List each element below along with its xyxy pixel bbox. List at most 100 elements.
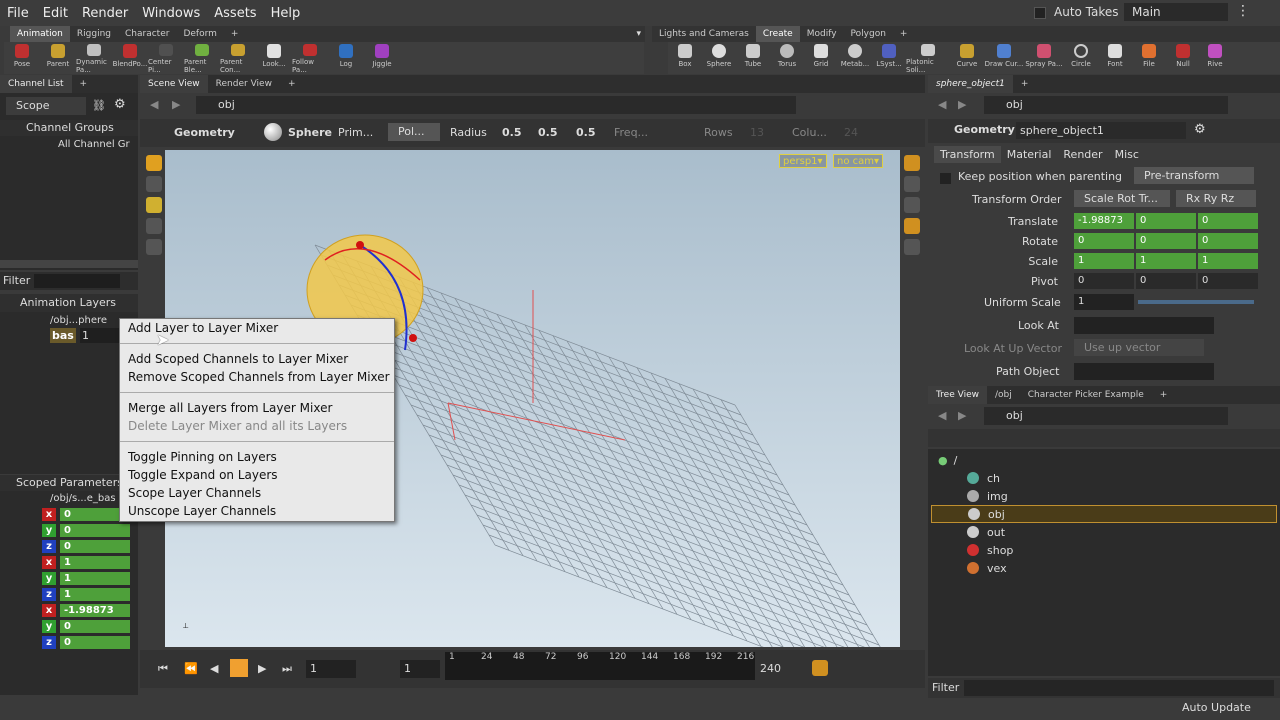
add-shelf-icon[interactable]: + (224, 26, 246, 42)
tool-curve[interactable]: Curve (950, 42, 984, 74)
channel-value[interactable]: 0 (60, 540, 130, 553)
tab-obj[interactable]: /obj (987, 386, 1020, 404)
add-tab-icon[interactable]: + (1013, 75, 1037, 93)
filter-input[interactable] (34, 274, 120, 288)
path-field[interactable]: obj (196, 96, 796, 114)
tab-transform[interactable]: Transform (934, 145, 1001, 163)
channel-value[interactable]: 1 (60, 588, 130, 601)
tab-character-picker[interactable]: Character Picker Example (1020, 386, 1152, 404)
light-icon[interactable] (904, 218, 920, 234)
timeline-slider[interactable]: 1 24 48 72 96 120 144 168 192 216 (445, 652, 755, 680)
prim-type-select[interactable]: Pol... (388, 123, 440, 141)
add-shelf-right-icon[interactable]: + (893, 26, 915, 42)
menu-toggle-pinning[interactable]: Toggle Pinning on Layers (120, 448, 394, 466)
add-tab-icon[interactable]: + (280, 75, 304, 93)
auto-update-menu[interactable]: Auto Update (1182, 701, 1251, 714)
param-field[interactable]: 0 (1074, 233, 1134, 249)
link-icon[interactable]: ⛓ (92, 99, 106, 112)
menu-scope-layer-channels[interactable]: Scope Layer Channels (120, 484, 394, 502)
shelf-tab-polygon[interactable]: Polygon (844, 26, 893, 42)
tool-metaball[interactable]: Metab... (838, 42, 872, 74)
brush-tool-icon[interactable] (146, 197, 162, 213)
step-back-icon[interactable]: ⏪ (184, 662, 198, 675)
snap-icon[interactable] (904, 197, 920, 213)
tool-tube[interactable]: Tube (736, 42, 770, 74)
tree-item-out[interactable]: out (931, 523, 1277, 541)
param-field[interactable]: 1 (1074, 253, 1134, 269)
pretransform-menu[interactable]: Pre-transform (1134, 167, 1254, 184)
keep-position-checkbox[interactable] (940, 173, 951, 184)
channel-row[interactable]: z0 (0, 539, 138, 554)
channel-value[interactable]: 1 (60, 556, 130, 569)
param-field[interactable]: 0 (1198, 213, 1258, 229)
end-frame[interactable]: 240 (760, 662, 781, 675)
param-field[interactable]: 0 (1074, 273, 1134, 289)
tool-grid[interactable]: Grid (804, 42, 838, 74)
tree-filter-input[interactable] (964, 680, 1274, 696)
transform-order-select[interactable]: Scale Rot Tr... (1074, 190, 1170, 207)
scrollbar[interactable] (0, 260, 138, 268)
lock-icon[interactable] (904, 176, 920, 192)
add-tab-icon[interactable]: + (1152, 386, 1176, 404)
tool-blendpose[interactable]: BlendPo... (112, 42, 148, 74)
cols-value[interactable]: 24 (844, 126, 858, 139)
stop-button[interactable] (230, 659, 248, 677)
select-tool-icon[interactable] (146, 155, 162, 171)
shelf-tab-rigging[interactable]: Rigging (70, 26, 118, 42)
gear-icon[interactable]: ⚙ (1194, 122, 1206, 137)
desktop-select[interactable]: Main (1124, 3, 1228, 21)
param-field[interactable]: 0 (1198, 273, 1258, 289)
tool-circle[interactable]: Circle (1064, 42, 1098, 74)
tool-null[interactable]: Null (1166, 42, 1200, 74)
tab-scene-view[interactable]: Scene View (140, 75, 208, 93)
channel-row[interactable]: y0 (0, 523, 138, 538)
play-reverse-icon[interactable]: ◀ (210, 662, 218, 675)
add-tab-icon[interactable]: + (72, 75, 96, 93)
shelf-menu-icon[interactable]: ▾ (636, 29, 645, 39)
tool-parent-blend[interactable]: Parent Ble... (184, 42, 220, 74)
back-icon[interactable]: ◀ (150, 98, 158, 111)
tool-draw-curve[interactable]: Draw Cur... (984, 42, 1024, 74)
tree-item-img[interactable]: img (931, 487, 1277, 505)
param-field[interactable]: 1 (1136, 253, 1196, 269)
shelf-tab-create[interactable]: Create (755, 26, 800, 42)
channel-value[interactable]: 0 (60, 620, 130, 633)
camera-icon[interactable] (904, 239, 920, 255)
display-options-icon[interactable] (904, 155, 920, 171)
channel-row[interactable]: x1 (0, 555, 138, 570)
tool-jiggle[interactable]: Jiggle (364, 42, 400, 74)
tree-item-ch[interactable]: ch (931, 469, 1277, 487)
tool-sphere[interactable]: Sphere (702, 42, 736, 74)
tool-box[interactable]: Box (668, 42, 702, 74)
forward-icon[interactable]: ▶ (958, 98, 966, 111)
path-object-field[interactable] (1074, 363, 1214, 380)
gear-icon[interactable]: ⚙ (114, 97, 126, 112)
param-field[interactable]: 0 (1198, 233, 1258, 249)
rows-value[interactable]: 13 (750, 126, 764, 139)
pose-tool-icon[interactable] (146, 218, 162, 234)
menu-help[interactable]: Help (264, 6, 308, 21)
no-cam-menu[interactable]: no cam▾ (833, 154, 884, 168)
rotation-order-select[interactable]: Rx Ry Rz (1176, 190, 1256, 207)
move-tool-icon[interactable] (146, 176, 162, 192)
shelf-tab-modify[interactable]: Modify (800, 26, 844, 42)
channel-row[interactable]: z1 (0, 587, 138, 602)
camera-menu[interactable]: persp1▾ (779, 154, 827, 168)
play-icon[interactable]: ▶ (258, 662, 266, 675)
tool-platonic[interactable]: Platonic Soli... (906, 42, 950, 74)
param-field[interactable]: 0 (1136, 213, 1196, 229)
tree-item-vex[interactable]: vex (931, 559, 1277, 577)
handle-tool-icon[interactable] (146, 239, 162, 255)
tool-follow-path[interactable]: Follow Pa... (292, 42, 328, 74)
shelf-tab-lights[interactable]: Lights and Cameras (652, 26, 756, 42)
tool-spray-paint[interactable]: Spray Pa... (1024, 42, 1064, 74)
shelf-tab-deform[interactable]: Deform (176, 26, 223, 42)
channel-value[interactable]: 0 (60, 636, 130, 649)
tree-item-shop[interactable]: shop (931, 541, 1277, 559)
channel-row[interactable]: y1 (0, 571, 138, 586)
tool-parent-constraint[interactable]: Parent Con... (220, 42, 256, 74)
radius-x[interactable]: 0.5 (502, 126, 522, 139)
channel-row[interactable]: z0 (0, 635, 138, 650)
look-at-field[interactable] (1074, 317, 1214, 334)
tree-item-obj[interactable]: obj (931, 505, 1277, 523)
